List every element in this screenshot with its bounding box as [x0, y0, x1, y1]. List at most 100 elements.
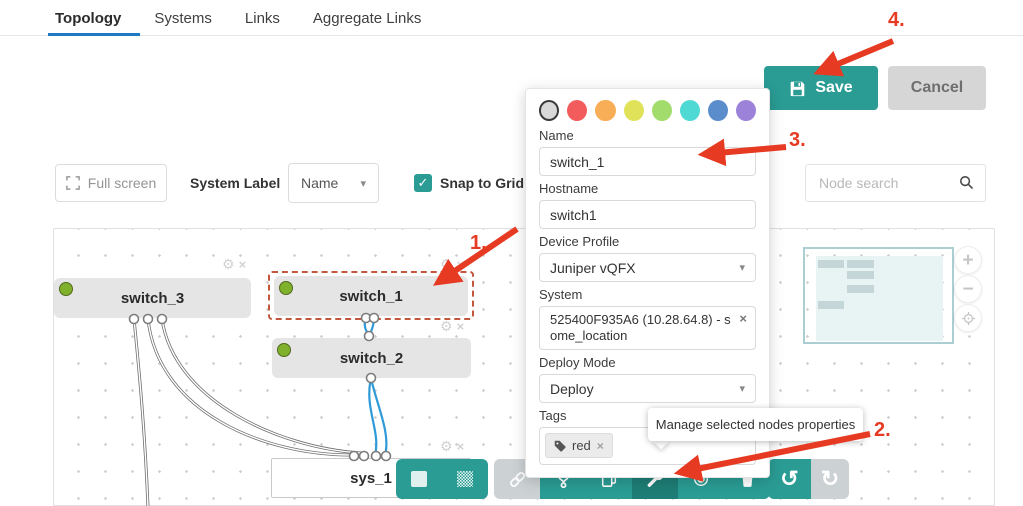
- snap-to-grid-checkbox[interactable]: ✓: [414, 174, 432, 192]
- node-switch-3[interactable]: switch_3: [54, 278, 251, 318]
- node-switch-2[interactable]: switch_2: [272, 338, 471, 378]
- minimap-node-bar: [847, 271, 874, 279]
- hostname-field-label: Hostname: [539, 181, 599, 196]
- redo-icon: ↻: [820, 466, 840, 491]
- deploy-mode-value: Deploy: [550, 380, 594, 397]
- remove-icon[interactable]: ×: [457, 439, 465, 454]
- remove-icon[interactable]: ×: [457, 257, 465, 272]
- tab-bar: Topology Systems Links Aggregate Links: [0, 0, 1023, 36]
- node-search: [805, 164, 986, 202]
- tag-icon: [554, 440, 566, 452]
- redo-button[interactable]: ↻: [811, 459, 849, 499]
- gear-icon[interactable]: ⚙: [440, 256, 453, 273]
- system-label-caption: System Label: [190, 175, 281, 191]
- color-swatch-blue[interactable]: [707, 100, 728, 121]
- system-select[interactable]: 525400F935A6 (10.28.64.8) - some_locatio…: [539, 306, 756, 350]
- status-dot-switch-1: [279, 281, 293, 295]
- tab-systems[interactable]: Systems: [154, 10, 212, 27]
- clear-system-icon[interactable]: ×: [739, 311, 747, 327]
- dither-square-icon: [457, 471, 473, 487]
- zoom-fit-button[interactable]: [954, 304, 982, 332]
- remove-icon[interactable]: ×: [239, 257, 247, 272]
- node-quick-actions-switch-2[interactable]: ⚙ ×: [440, 318, 464, 335]
- minimap-node-bar: [847, 285, 874, 293]
- chevron-down-icon: ▾: [739, 383, 745, 395]
- history-toolbar: ↺ ↻: [768, 459, 849, 499]
- tag-chip-red[interactable]: red ×: [545, 433, 613, 458]
- color-swatch-green[interactable]: [651, 100, 672, 121]
- system-field-label: System: [539, 287, 583, 302]
- chevron-down-icon: ▾: [739, 262, 745, 274]
- deploy-mode-label: Deploy Mode: [539, 355, 616, 370]
- active-tab-underline: [48, 33, 140, 36]
- cancel-button[interactable]: Cancel: [888, 66, 986, 110]
- node-label: switch_1: [339, 287, 403, 305]
- node-label: switch_3: [120, 289, 185, 307]
- search-icon: [959, 175, 974, 195]
- gear-icon[interactable]: ⚙: [440, 438, 453, 455]
- remove-tag-icon[interactable]: ×: [597, 439, 604, 453]
- name-field-label: Name: [539, 128, 574, 143]
- save-floppy-icon: [789, 80, 806, 97]
- minimap-content: [816, 256, 943, 341]
- step-number-4: 4.: [888, 9, 905, 31]
- undo-icon: ↺: [780, 466, 799, 491]
- save-label: Save: [815, 79, 853, 96]
- color-swatch-yellow[interactable]: [623, 100, 644, 121]
- status-dot-switch-2: [277, 343, 291, 357]
- topology-canvas[interactable]: + − switch_3 switch_1 switch_2 sys_1 ⚙ × …: [53, 228, 995, 506]
- full-screen-label: Full screen: [87, 175, 157, 191]
- node-quick-actions-switch-1[interactable]: ⚙ ×: [440, 256, 464, 273]
- color-swatch-red[interactable]: [567, 100, 588, 121]
- pattern-view-button[interactable]: [442, 459, 488, 499]
- topology-editor-page: Topology Systems Links Aggregate Links S…: [0, 0, 1023, 506]
- chain-link-icon: [509, 471, 525, 487]
- system-label-select[interactable]: Name ▾: [288, 163, 379, 203]
- device-profile-value: Juniper vQFX: [550, 259, 636, 276]
- hostname-field[interactable]: [539, 200, 756, 229]
- save-button[interactable]: Save: [764, 66, 878, 110]
- tab-topology[interactable]: Topology: [55, 10, 121, 27]
- display-mode-toolbar: [396, 459, 488, 499]
- color-swatch-orange[interactable]: [595, 100, 616, 121]
- chevron-down-icon: ▾: [360, 177, 366, 190]
- name-field[interactable]: [539, 147, 756, 176]
- color-swatches: [539, 100, 757, 121]
- snap-to-grid-label: Snap to Grid: [440, 175, 524, 191]
- node-quick-actions-switch-3[interactable]: ⚙ ×: [222, 256, 246, 273]
- zoom-in-button[interactable]: +: [954, 246, 982, 274]
- undo-button[interactable]: ↺: [768, 459, 811, 499]
- system-label-select-value: Name: [301, 175, 339, 191]
- step-number-2: 2.: [874, 419, 891, 441]
- port-circle[interactable]: [128, 312, 392, 462]
- status-dot-switch-3: [59, 282, 73, 296]
- solid-view-button[interactable]: [396, 459, 442, 499]
- device-profile-label: Device Profile: [539, 234, 620, 249]
- deploy-mode-select[interactable]: Deploy ▾: [539, 374, 756, 403]
- step-number-3: 3.: [789, 129, 806, 151]
- tab-links[interactable]: Links: [245, 10, 280, 27]
- gear-icon[interactable]: ⚙: [440, 318, 453, 335]
- minimap-node-bar: [818, 260, 844, 268]
- node-switch-1[interactable]: switch_1: [274, 276, 468, 316]
- fullscreen-icon: [65, 176, 80, 190]
- minimap-node-bar: [818, 301, 844, 309]
- minimap-node-bar: [847, 260, 874, 268]
- device-profile-select[interactable]: Juniper vQFX ▾: [539, 253, 756, 282]
- node-label: switch_2: [339, 349, 404, 367]
- tooltip: Manage selected nodes properties: [648, 408, 863, 441]
- solid-square-icon: [411, 471, 427, 487]
- color-swatch-gray[interactable]: [539, 100, 560, 121]
- node-quick-actions-sys-1[interactable]: ⚙ ×: [440, 438, 464, 455]
- system-value: 525400F935A6 (10.28.64.8) - some_locatio…: [550, 312, 731, 343]
- remove-icon[interactable]: ×: [457, 319, 465, 334]
- gear-icon[interactable]: ⚙: [222, 256, 235, 273]
- tab-aggregate-links[interactable]: Aggregate Links: [313, 10, 421, 27]
- color-swatch-cyan[interactable]: [679, 100, 700, 121]
- step-number-1: 1.: [470, 232, 487, 254]
- minimap-viewport[interactable]: [803, 247, 954, 344]
- zoom-out-button[interactable]: −: [954, 275, 982, 303]
- color-swatch-purple[interactable]: [735, 100, 757, 121]
- full-screen-button[interactable]: Full screen: [55, 164, 167, 202]
- crosshair-icon: [961, 311, 975, 325]
